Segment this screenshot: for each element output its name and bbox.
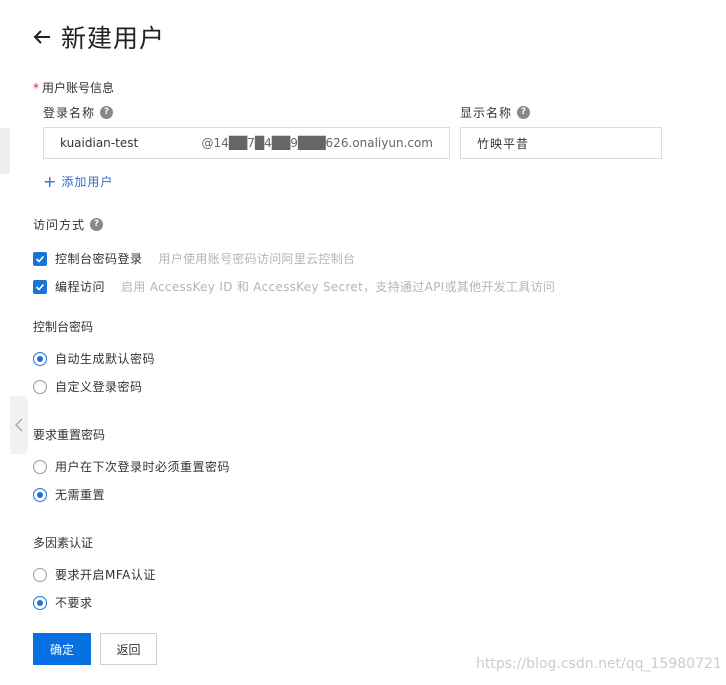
reset-none-label: 无需重置 <box>55 488 106 502</box>
reset-password-label: 要求重置密码 <box>33 428 106 442</box>
access-option-console[interactable]: 控制台密码登录 用户使用账号密码访问阿里云控制台 <box>33 250 355 267</box>
page-title: 新建用户 <box>61 24 166 53</box>
login-name-value: kuaidian-test <box>60 136 139 150</box>
auto-password-label: 自动生成默认密码 <box>55 352 156 366</box>
question-circle-icon[interactable]: ? <box>517 106 531 119</box>
programmatic-access-checkbox[interactable] <box>33 279 47 294</box>
mfa-required-radio[interactable] <box>33 567 47 582</box>
display-name-label-text: 显示名称 <box>460 106 513 120</box>
access-option-api[interactable]: 编程访问 启用 AccessKey ID 和 AccessKey Secret，… <box>33 278 555 295</box>
login-domain-suffix: @14██7█4██9███626.onaliyun.com <box>201 136 433 150</box>
account-section-label: * 用户账号信息 <box>33 79 114 96</box>
mfa-required-label: 要求开启MFA认证 <box>55 568 156 582</box>
plus-icon: + <box>43 171 58 191</box>
add-user-link[interactable]: + 添加用户 <box>43 173 113 190</box>
console-login-checkbox[interactable] <box>33 251 47 266</box>
programmatic-access-desc: 启用 AccessKey ID 和 AccessKey Secret，支持通过A… <box>121 280 556 294</box>
password-option-auto[interactable]: 自动生成默认密码 <box>33 350 155 367</box>
login-name-label-text: 登录名称 <box>43 106 96 120</box>
reset-option-none[interactable]: 无需重置 <box>33 486 105 503</box>
display-name-input[interactable]: 竹映平昔 <box>460 127 662 159</box>
sidebar-collapse-toggle[interactable] <box>10 396 28 454</box>
mfa-label: 多因素认证 <box>33 536 94 550</box>
watermark: https://blog.csdn.net/qq_15980721 <box>476 656 722 672</box>
console-login-desc: 用户使用账号密码访问阿里云控制台 <box>158 252 356 266</box>
display-name-label: 显示名称 ? <box>460 104 531 121</box>
arrow-left-icon <box>33 30 50 44</box>
account-section-text: 用户账号信息 <box>42 81 115 95</box>
chevron-left-icon <box>15 418 23 432</box>
question-circle-icon[interactable]: ? <box>90 218 104 231</box>
access-method-label: 访问方式 ? <box>33 216 104 233</box>
mfa-option-none[interactable]: 不要求 <box>33 594 93 611</box>
check-icon <box>35 255 45 263</box>
programmatic-access-label: 编程访问 <box>55 280 106 294</box>
back-cancel-button[interactable]: 返回 <box>100 633 157 665</box>
login-name-input[interactable]: kuaidian-test @14██7█4██9███626.onaliyun… <box>43 127 450 159</box>
question-circle-icon[interactable]: ? <box>100 106 114 119</box>
reset-option-required[interactable]: 用户在下次登录时必须重置密码 <box>33 458 230 475</box>
console-login-label: 控制台密码登录 <box>55 252 143 266</box>
add-user-text: 添加用户 <box>61 175 114 189</box>
password-option-custom[interactable]: 自定义登录密码 <box>33 378 143 395</box>
mfa-none-label: 不要求 <box>55 596 93 610</box>
reset-required-radio[interactable] <box>33 459 47 474</box>
login-name-label: 登录名称 ? <box>43 104 114 121</box>
check-icon <box>35 283 45 291</box>
access-method-label-text: 访问方式 <box>33 218 86 232</box>
mfa-none-radio[interactable] <box>33 595 47 610</box>
left-edge-strip <box>0 128 10 174</box>
console-password-label: 控制台密码 <box>33 320 94 334</box>
custom-password-label: 自定义登录密码 <box>55 380 143 394</box>
custom-password-radio[interactable] <box>33 379 47 394</box>
reset-none-radio[interactable] <box>33 487 47 502</box>
page-header: 新建用户 <box>32 20 165 54</box>
confirm-button[interactable]: 确定 <box>33 633 91 665</box>
back-button[interactable] <box>32 27 52 47</box>
required-mark: * <box>33 81 39 95</box>
mfa-option-required[interactable]: 要求开启MFA认证 <box>33 566 156 583</box>
display-name-value: 竹映平昔 <box>477 136 530 151</box>
auto-password-radio[interactable] <box>33 351 47 366</box>
reset-required-label: 用户在下次登录时必须重置密码 <box>55 460 231 474</box>
